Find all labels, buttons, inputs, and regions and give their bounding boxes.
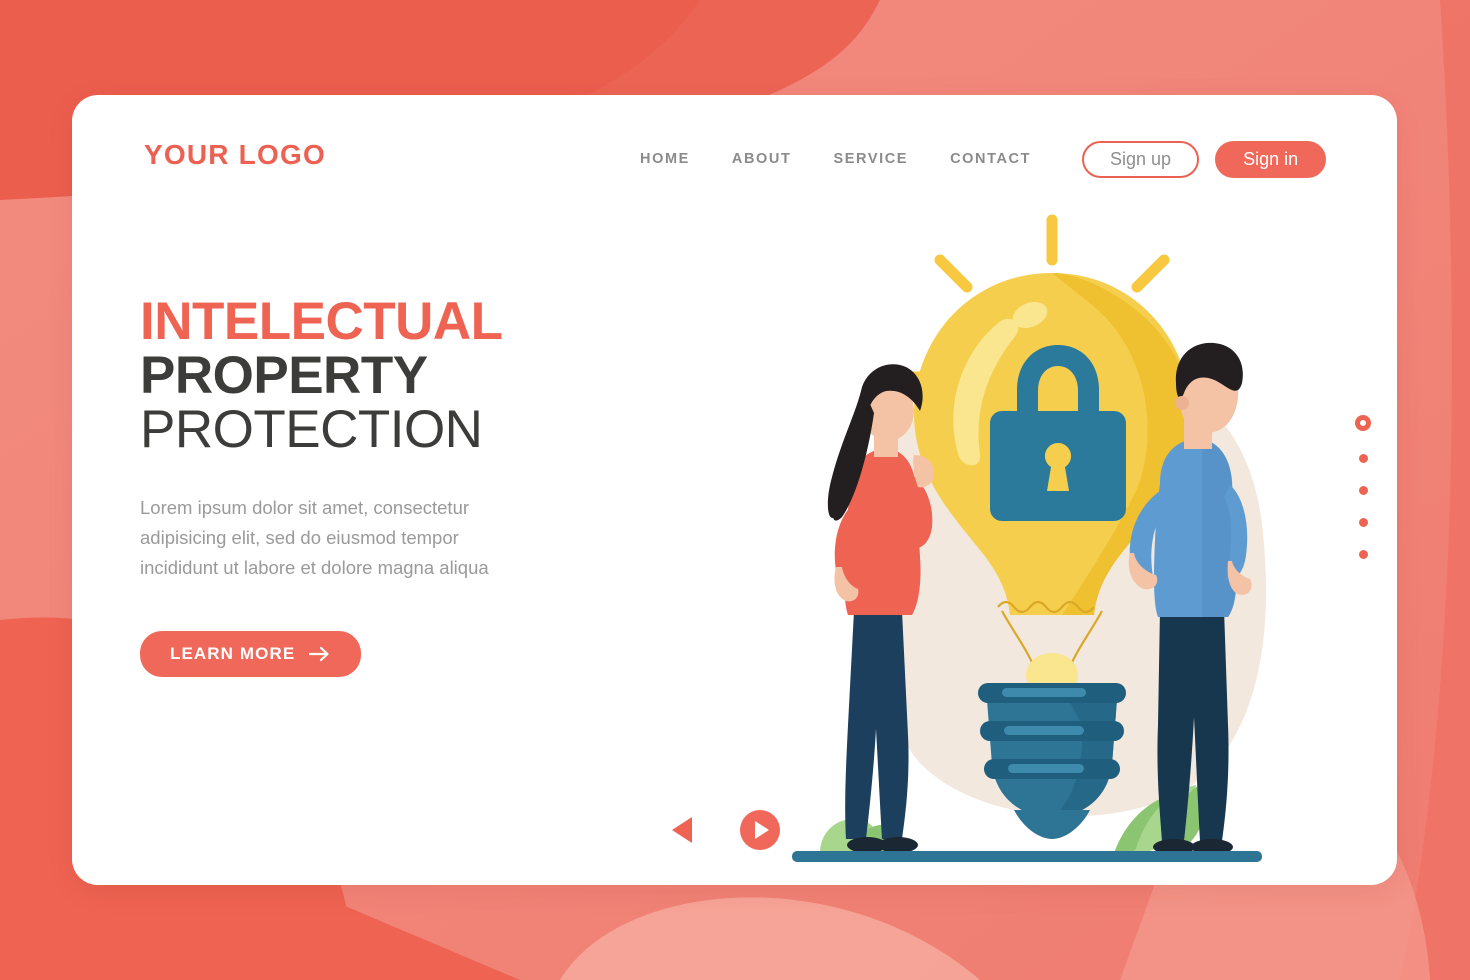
site-header: YOUR LOGO HOME ABOUT SERVICE CONTACT Sig…: [72, 95, 1397, 215]
carousel-controls: [672, 810, 780, 850]
pagination-dot-2[interactable]: [1358, 454, 1368, 463]
pagination-dot-3[interactable]: [1358, 486, 1368, 495]
pagination-dot-4[interactable]: [1358, 518, 1368, 527]
main-navigation: HOME ABOUT SERVICE CONTACT: [640, 151, 1031, 167]
triangle-right-icon: [754, 821, 769, 839]
bulb-base: [978, 683, 1126, 839]
page-title: INTELECTUAL PROPERTY PROTECTION: [140, 292, 620, 460]
arrow-right-icon: [309, 646, 331, 662]
learn-more-label: LEARN MORE: [170, 644, 296, 664]
play-circle-icon[interactable]: [740, 810, 780, 850]
sign-in-button[interactable]: Sign in: [1215, 141, 1327, 178]
hero-content: INTELECTUAL PROPERTY PROTECTION Lorem ip…: [140, 292, 620, 678]
nav-item-contact[interactable]: CONTACT: [950, 151, 1031, 167]
ground-line: [792, 851, 1262, 862]
nav-item-about[interactable]: ABOUT: [732, 151, 792, 167]
nav-item-home[interactable]: HOME: [640, 151, 690, 167]
headline-line-3: PROTECTION: [140, 400, 483, 460]
lightbulb-padlock-scene: [792, 214, 1267, 862]
headline-line-1: INTELECTUAL: [140, 292, 503, 351]
pagination-dot-5[interactable]: [1358, 550, 1368, 559]
sign-up-button[interactable]: Sign up: [1082, 141, 1200, 178]
hero-illustration: [762, 205, 1322, 885]
pagination-dot-1[interactable]: [1355, 415, 1371, 431]
pagination-dots: [1355, 415, 1371, 559]
auth-button-group: Sign up Sign in: [1082, 141, 1327, 178]
nav-item-service[interactable]: SERVICE: [833, 151, 908, 167]
landing-page-card: YOUR LOGO HOME ABOUT SERVICE CONTACT Sig…: [72, 95, 1397, 885]
triangle-left-icon[interactable]: [672, 817, 692, 843]
hero-description: Lorem ipsum dolor sit amet, consectetur …: [140, 497, 489, 579]
learn-more-button[interactable]: LEARN MORE: [140, 631, 362, 678]
site-logo[interactable]: YOUR LOGO: [144, 139, 326, 171]
headline-line-2: PROPERTY: [140, 346, 428, 406]
